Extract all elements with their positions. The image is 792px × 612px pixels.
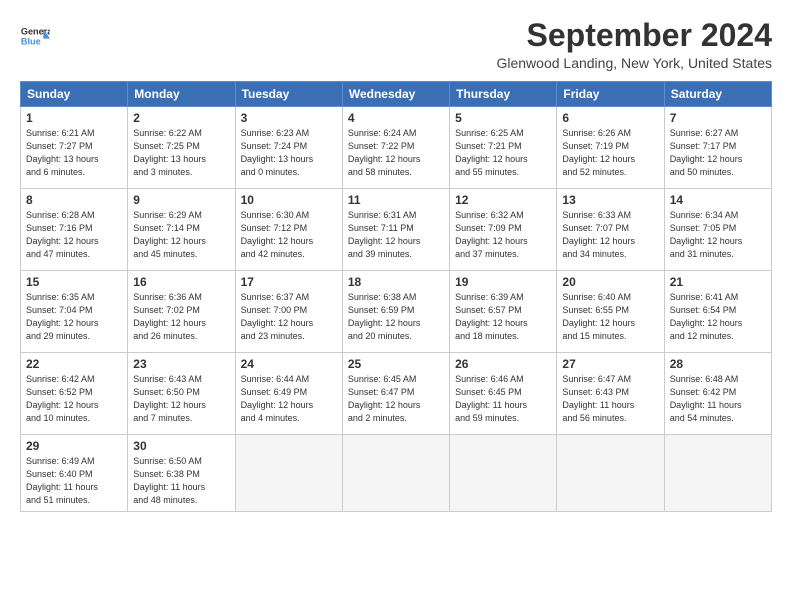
day-5: 5 Sunrise: 6:25 AMSunset: 7:21 PMDayligh… xyxy=(450,107,557,189)
day-18: 18 Sunrise: 6:38 AMSunset: 6:59 PMDaylig… xyxy=(342,271,449,353)
logo-icon: General Blue xyxy=(20,22,50,52)
day-22: 22 Sunrise: 6:42 AMSunset: 6:52 PMDaylig… xyxy=(21,353,128,435)
logo: General Blue xyxy=(20,22,50,52)
day-16: 16 Sunrise: 6:36 AMSunset: 7:02 PMDaylig… xyxy=(128,271,235,353)
day-8: 8 Sunrise: 6:28 AMSunset: 7:16 PMDayligh… xyxy=(21,189,128,271)
day-11: 11 Sunrise: 6:31 AMSunset: 7:11 PMDaylig… xyxy=(342,189,449,271)
day-19: 19 Sunrise: 6:39 AMSunset: 6:57 PMDaylig… xyxy=(450,271,557,353)
day-24: 24 Sunrise: 6:44 AMSunset: 6:49 PMDaylig… xyxy=(235,353,342,435)
day-12: 12 Sunrise: 6:32 AMSunset: 7:09 PMDaylig… xyxy=(450,189,557,271)
week-row-4: 22 Sunrise: 6:42 AMSunset: 6:52 PMDaylig… xyxy=(21,353,772,435)
week-row-1: 1 Sunrise: 6:21 AMSunset: 7:27 PMDayligh… xyxy=(21,107,772,189)
day-9: 9 Sunrise: 6:29 AMSunset: 7:14 PMDayligh… xyxy=(128,189,235,271)
day-25: 25 Sunrise: 6:45 AMSunset: 6:47 PMDaylig… xyxy=(342,353,449,435)
title-block: September 2024 Glenwood Landing, New Yor… xyxy=(496,18,772,71)
week-row-5: 29 Sunrise: 6:49 AMSunset: 6:40 PMDaylig… xyxy=(21,435,772,512)
day-17: 17 Sunrise: 6:37 AMSunset: 7:00 PMDaylig… xyxy=(235,271,342,353)
weekday-header-row: Sunday Monday Tuesday Wednesday Thursday… xyxy=(21,82,772,107)
day-7: 7 Sunrise: 6:27 AMSunset: 7:17 PMDayligh… xyxy=(664,107,771,189)
header-sunday: Sunday xyxy=(21,82,128,107)
empty-cell-4 xyxy=(557,435,664,512)
header-tuesday: Tuesday xyxy=(235,82,342,107)
day-23: 23 Sunrise: 6:43 AMSunset: 6:50 PMDaylig… xyxy=(128,353,235,435)
day-1: 1 Sunrise: 6:21 AMSunset: 7:27 PMDayligh… xyxy=(21,107,128,189)
day-20: 20 Sunrise: 6:40 AMSunset: 6:55 PMDaylig… xyxy=(557,271,664,353)
empty-cell-1 xyxy=(235,435,342,512)
day-28: 28 Sunrise: 6:48 AMSunset: 6:42 PMDaylig… xyxy=(664,353,771,435)
page: General Blue September 2024 Glenwood Lan… xyxy=(0,0,792,612)
day-21: 21 Sunrise: 6:41 AMSunset: 6:54 PMDaylig… xyxy=(664,271,771,353)
location: Glenwood Landing, New York, United State… xyxy=(496,55,772,71)
day-27: 27 Sunrise: 6:47 AMSunset: 6:43 PMDaylig… xyxy=(557,353,664,435)
day-13: 13 Sunrise: 6:33 AMSunset: 7:07 PMDaylig… xyxy=(557,189,664,271)
empty-cell-3 xyxy=(450,435,557,512)
header-friday: Friday xyxy=(557,82,664,107)
header-wednesday: Wednesday xyxy=(342,82,449,107)
svg-text:Blue: Blue xyxy=(21,37,41,47)
header: General Blue September 2024 Glenwood Lan… xyxy=(20,18,772,71)
day-3: 3 Sunrise: 6:23 AMSunset: 7:24 PMDayligh… xyxy=(235,107,342,189)
day-30: 30 Sunrise: 6:50 AMSunset: 6:38 PMDaylig… xyxy=(128,435,235,512)
week-row-2: 8 Sunrise: 6:28 AMSunset: 7:16 PMDayligh… xyxy=(21,189,772,271)
header-thursday: Thursday xyxy=(450,82,557,107)
day-2: 2 Sunrise: 6:22 AMSunset: 7:25 PMDayligh… xyxy=(128,107,235,189)
empty-cell-2 xyxy=(342,435,449,512)
day-29: 29 Sunrise: 6:49 AMSunset: 6:40 PMDaylig… xyxy=(21,435,128,512)
day-4: 4 Sunrise: 6:24 AMSunset: 7:22 PMDayligh… xyxy=(342,107,449,189)
calendar: Sunday Monday Tuesday Wednesday Thursday… xyxy=(20,81,772,512)
week-row-3: 15 Sunrise: 6:35 AMSunset: 7:04 PMDaylig… xyxy=(21,271,772,353)
header-saturday: Saturday xyxy=(664,82,771,107)
empty-cell-5 xyxy=(664,435,771,512)
day-15: 15 Sunrise: 6:35 AMSunset: 7:04 PMDaylig… xyxy=(21,271,128,353)
month-title: September 2024 xyxy=(496,18,772,53)
header-monday: Monday xyxy=(128,82,235,107)
day-14: 14 Sunrise: 6:34 AMSunset: 7:05 PMDaylig… xyxy=(664,189,771,271)
day-10: 10 Sunrise: 6:30 AMSunset: 7:12 PMDaylig… xyxy=(235,189,342,271)
day-6: 6 Sunrise: 6:26 AMSunset: 7:19 PMDayligh… xyxy=(557,107,664,189)
day-26: 26 Sunrise: 6:46 AMSunset: 6:45 PMDaylig… xyxy=(450,353,557,435)
